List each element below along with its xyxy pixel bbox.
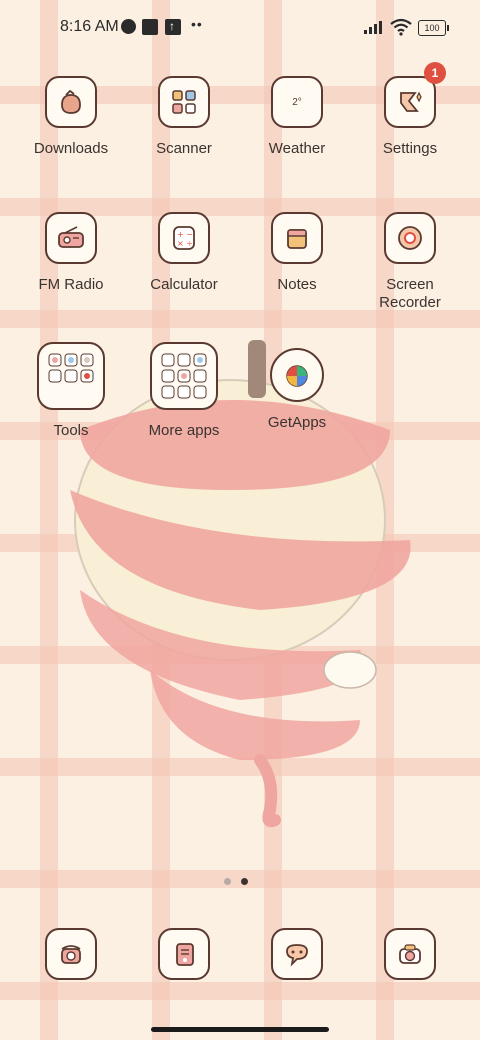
app-notes[interactable]: Notes <box>241 212 353 294</box>
weather-temp: 2° <box>292 96 302 108</box>
calculator-icon: + − × ÷ <box>158 212 210 264</box>
app-label: GetApps <box>267 414 327 431</box>
app-label: FM Radio <box>38 276 104 293</box>
app-label: Notes <box>277 276 317 293</box>
app-label: Screen Recorder <box>379 276 441 311</box>
svg-text:+ −: + − <box>177 230 193 239</box>
app-downloads[interactable]: Downloads <box>15 76 127 158</box>
page-indicator[interactable] <box>224 878 248 885</box>
app-label: Downloads <box>33 140 109 157</box>
weather-icon: 2° <box>271 76 323 128</box>
app-label: Weather <box>268 140 326 157</box>
app-scanner[interactable]: Scanner <box>128 76 240 158</box>
getapps-icon <box>270 348 324 402</box>
signal-icon <box>364 20 384 34</box>
app-screen-recorder[interactable]: Screen Recorder <box>354 212 466 312</box>
messages-icon <box>271 928 323 980</box>
wifi-icon <box>390 18 412 36</box>
more-notifications-icon: •• <box>191 16 203 32</box>
dock-messages[interactable] <box>241 928 353 980</box>
scanner-icon <box>158 76 210 128</box>
page-dot-1[interactable] <box>224 878 231 885</box>
upload-icon <box>165 19 181 35</box>
folder-label: More apps <box>148 422 220 439</box>
app-settings[interactable]: 1 Settings <box>354 62 466 158</box>
contacts-icon <box>158 928 210 980</box>
folder-tools[interactable]: Tools <box>15 342 127 440</box>
app-label: Scanner <box>156 140 212 157</box>
dock-camera[interactable] <box>354 928 466 980</box>
gesture-navigation-bar[interactable] <box>151 1027 329 1032</box>
status-time: 8:16 AM <box>60 18 119 35</box>
app-fm-radio[interactable]: FM Radio <box>15 212 127 294</box>
app-getapps[interactable]: GetApps <box>241 348 353 432</box>
page-dot-2[interactable] <box>241 878 248 885</box>
folder-label: Tools <box>53 422 89 439</box>
settings-icon: 1 <box>384 62 446 128</box>
screen-recorder-icon <box>384 212 436 264</box>
app-weather[interactable]: 2° Weather <box>241 76 353 158</box>
notes-icon <box>271 212 323 264</box>
notification-badge: 1 <box>424 62 446 84</box>
folder-more-apps[interactable]: More apps <box>128 342 240 440</box>
dock-phone[interactable] <box>15 928 127 980</box>
app-calculator[interactable]: + − × ÷ Calculator <box>128 212 240 294</box>
camera-icon <box>384 928 436 980</box>
dock-contacts[interactable] <box>128 928 240 980</box>
radio-icon <box>45 212 97 264</box>
svg-text:× ÷: × ÷ <box>177 239 193 248</box>
notification-app-icon <box>142 19 158 35</box>
app-label: Settings <box>382 140 438 157</box>
status-bar: 8:16 AM •• 100 <box>0 0 480 56</box>
app-label: Calculator <box>150 276 218 293</box>
downloads-icon <box>45 76 97 128</box>
data-saver-icon <box>121 19 136 34</box>
folder-icon <box>37 342 105 410</box>
battery-icon: 100 <box>418 20 449 36</box>
phone-icon <box>45 928 97 980</box>
folder-icon <box>150 342 218 410</box>
